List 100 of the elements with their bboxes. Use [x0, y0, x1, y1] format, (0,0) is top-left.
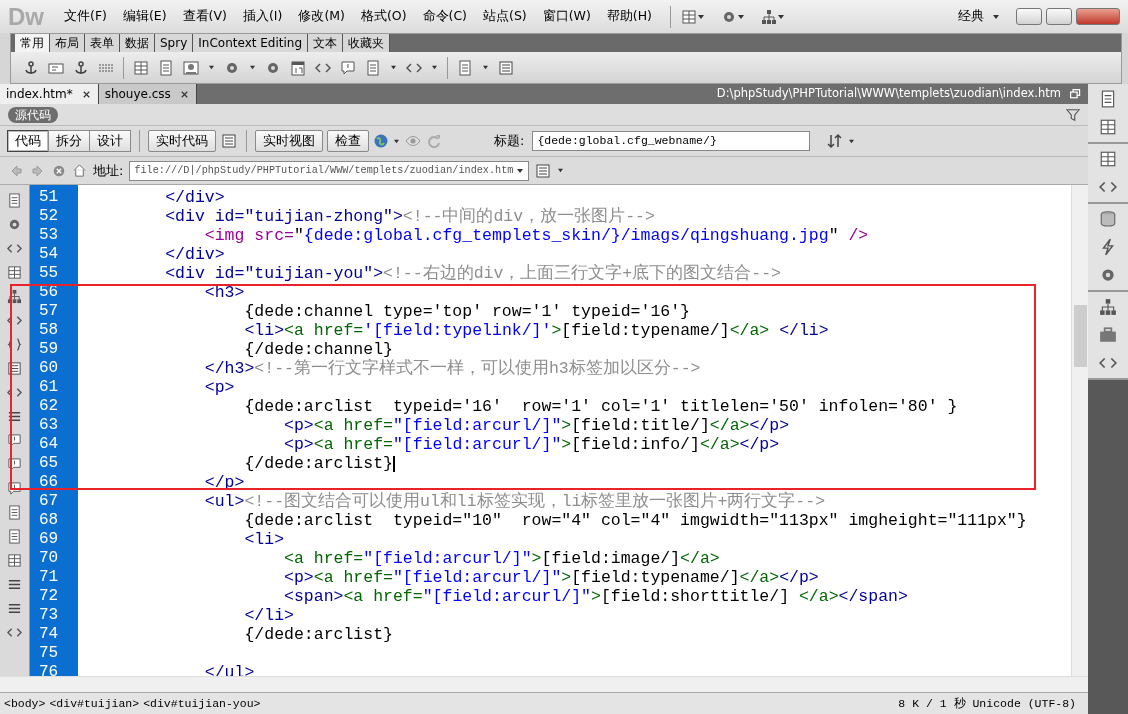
caret-icon[interactable] — [848, 138, 856, 144]
workspace-switcher[interactable]: 经典 — [950, 7, 992, 26]
code-line: <h3> — [203, 283, 246, 302]
panel-icon[interactable] — [1099, 90, 1117, 108]
tree-icon[interactable] — [1099, 298, 1117, 316]
globe-icon[interactable] — [373, 133, 389, 149]
caret-icon[interactable] — [249, 65, 256, 70]
menu-item[interactable]: 编辑(E) — [114, 7, 175, 26]
code-line: <div id="tuijian-you"><!--右边的div，上面三行文字+底下的图文结合--> — [164, 264, 782, 283]
menu-item[interactable]: 查看(V) — [174, 7, 235, 26]
caret-icon[interactable] — [393, 138, 400, 144]
address-field[interactable]: file:///D|/phpStudy/PHPTutorial/WWW/templets/zuodian/index.htm — [129, 160, 530, 181]
library-icon[interactable] — [498, 59, 514, 76]
insert-tab[interactable]: 数据 — [120, 34, 155, 52]
editor-tool-icon[interactable] — [7, 193, 22, 208]
code-line: <p><a href="[field:arcurl/]">[field:typename/]</a></p> — [283, 568, 820, 587]
insert-tab[interactable]: 表单 — [85, 34, 120, 52]
caret-icon[interactable] — [557, 168, 565, 173]
layout-icon[interactable] — [681, 8, 697, 25]
caret-icon[interactable] — [737, 13, 745, 20]
dropdown-icon[interactable] — [516, 167, 525, 174]
caret-icon[interactable] — [777, 13, 785, 20]
live-view-button[interactable]: 实时视图 — [255, 130, 323, 152]
document-tab[interactable]: index.htm* — [0, 84, 99, 104]
editor-tool-icon[interactable] — [7, 553, 22, 568]
live-view-button[interactable]: 检查 — [327, 130, 369, 152]
div-icon[interactable] — [158, 59, 174, 76]
table-icon[interactable] — [133, 59, 149, 76]
caret-icon[interactable] — [992, 13, 1000, 20]
caret-icon[interactable] — [390, 65, 397, 70]
live-code-button[interactable]: 实时代码 — [148, 130, 216, 152]
editor-tool-icon[interactable] — [7, 337, 22, 352]
menu-item[interactable]: 站点(S) — [475, 7, 535, 26]
line-number: 64 — [38, 435, 60, 454]
view-button[interactable]: 设计 — [89, 130, 131, 152]
minimize-button[interactable] — [1016, 8, 1042, 25]
view-button[interactable]: 代码 — [7, 130, 49, 152]
comment-icon[interactable] — [340, 59, 356, 76]
editor-tool-icon[interactable] — [7, 409, 22, 424]
editor-tool-icon[interactable] — [7, 505, 22, 520]
line-number: 65 — [38, 454, 60, 473]
options-icon[interactable] — [535, 162, 552, 179]
menu-item[interactable]: 格式(O) — [352, 7, 415, 26]
scroll-thumb[interactable] — [1073, 305, 1087, 367]
calendar-icon[interactable] — [290, 59, 306, 76]
menu-item[interactable]: 命令(C) — [414, 7, 475, 26]
text-cursor — [392, 455, 395, 472]
editor-tool-icon[interactable] — [7, 217, 22, 232]
bolt-icon[interactable] — [1099, 238, 1117, 256]
line-number: 58 — [38, 321, 60, 340]
line-number: 61 — [38, 378, 60, 397]
insert-tab[interactable]: 布局 — [50, 34, 85, 52]
site-tree-icon[interactable] — [761, 8, 777, 25]
document-tab[interactable]: shouye.css — [98, 84, 197, 104]
title-field[interactable]: {dede:global.cfg_webname/} — [532, 131, 811, 151]
menu-item[interactable]: 修改(M) — [290, 7, 353, 26]
insert-tab[interactable]: InContext Editing — [193, 34, 309, 52]
line-number: 69 — [38, 530, 60, 549]
editor-tool-icon[interactable] — [7, 265, 22, 280]
caret-icon[interactable] — [431, 65, 438, 70]
insert-tab[interactable]: 常用 — [15, 34, 50, 52]
editor-tool-icon[interactable] — [7, 601, 22, 616]
source-code-tag[interactable]: 源代码 — [8, 106, 58, 123]
line-number: 70 — [38, 549, 60, 568]
anchor-icon[interactable] — [73, 59, 89, 76]
restore-icon[interactable] — [1069, 87, 1082, 101]
tag-selector[interactable]: <div#tuijian-you> — [143, 694, 261, 713]
editor-tool-icon[interactable] — [7, 289, 22, 304]
home-icon[interactable] — [72, 163, 87, 178]
tag-selector[interactable]: <div#tuijian> — [49, 694, 140, 713]
editor-tool-icon[interactable] — [7, 577, 22, 592]
insert-tab[interactable]: 文本 — [308, 34, 344, 52]
stop-icon[interactable] — [52, 163, 66, 178]
menu-item[interactable]: 文件(F) — [56, 7, 115, 26]
menu-item[interactable]: 插入(I) — [234, 7, 291, 26]
caret-icon[interactable] — [697, 13, 705, 20]
tag-selector[interactable]: <body> — [4, 694, 46, 713]
filter-icon[interactable] — [1066, 107, 1080, 122]
table-icon[interactable] — [1099, 118, 1117, 136]
editor-tool-icon[interactable] — [7, 481, 22, 496]
insert-tab[interactable]: Spry — [155, 34, 194, 52]
maximize-button[interactable] — [1046, 8, 1072, 25]
database-icon[interactable] — [1099, 210, 1117, 228]
vertical-scrollbar[interactable] — [1071, 185, 1088, 676]
menu-item[interactable]: 帮助(H) — [598, 7, 660, 26]
editor-tool-icon[interactable] — [7, 457, 22, 472]
inspect-icon[interactable] — [220, 133, 238, 149]
caret-icon[interactable] — [208, 65, 215, 70]
horizontal-scrollbar[interactable] — [0, 676, 1088, 692]
briefcase-icon[interactable] — [1099, 326, 1117, 344]
insert-tab[interactable]: 收藏夹 — [343, 34, 391, 52]
editor-tool-icon[interactable] — [7, 433, 22, 448]
code-line: </div> — [164, 188, 226, 207]
line-number: 59 — [38, 340, 60, 359]
editor-tool-icon[interactable] — [7, 529, 22, 544]
menu-item[interactable]: 窗口(W) — [534, 7, 599, 26]
view-button[interactable]: 拆分 — [48, 130, 90, 152]
image-icon[interactable] — [183, 59, 199, 76]
code-line: <p> — [203, 378, 236, 397]
caret-icon[interactable] — [482, 65, 489, 70]
